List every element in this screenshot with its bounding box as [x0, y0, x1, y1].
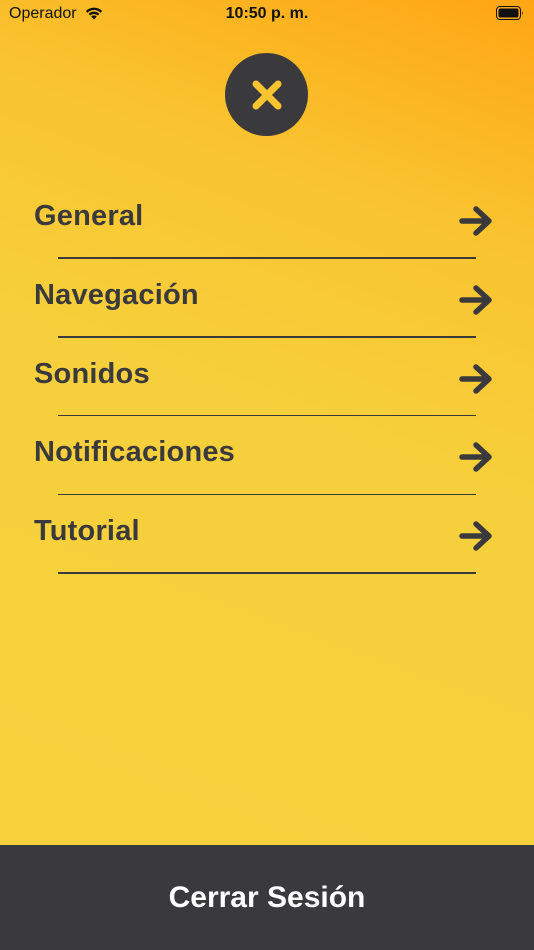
menu-item-notificaciones[interactable]: Notificaciones [0, 416, 534, 495]
menu-item-sonidos[interactable]: Sonidos [0, 338, 534, 417]
arrow-right-icon [459, 285, 492, 315]
arrow-right-icon [459, 363, 492, 394]
logout-label: Cerrar Sesión [168, 880, 366, 914]
menu-item-label: Notificaciones [34, 436, 236, 469]
settings-menu: General Navegación Sonidos Notificacione… [0, 180, 534, 574]
battery-icon [496, 6, 523, 20]
arrow-right-icon [459, 206, 492, 236]
status-time: 10:50 p. m. [225, 5, 309, 22]
menu-item-general[interactable]: General [0, 180, 534, 259]
close-icon [252, 80, 281, 109]
menu-item-tutorial[interactable]: Tutorial [0, 495, 534, 574]
divider [58, 572, 476, 574]
menu-item-label: Sonidos [34, 357, 150, 390]
menu-item-navegacion[interactable]: Navegación [0, 259, 534, 338]
menu-item-label: Tutorial [34, 515, 140, 547]
status-bar: Operador 10:50 p. m. [0, 0, 534, 30]
arrow-right-icon [459, 442, 492, 472]
menu-item-label: General [34, 200, 144, 232]
arrow-right-icon [459, 521, 492, 551]
logout-button[interactable]: Cerrar Sesión [0, 845, 534, 950]
menu-item-label: Navegación [34, 278, 199, 311]
close-button[interactable] [225, 53, 308, 136]
